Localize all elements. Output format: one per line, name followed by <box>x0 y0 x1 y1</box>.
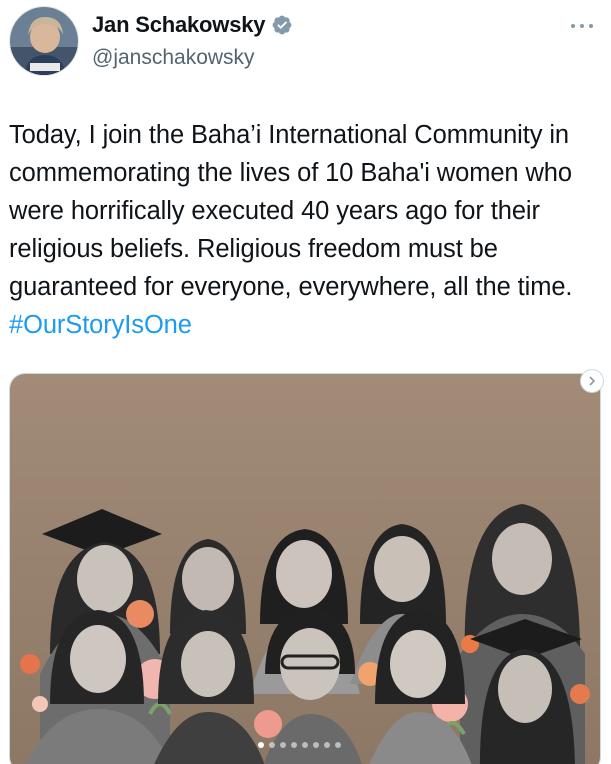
more-dots-icon <box>571 24 593 28</box>
tweet-header: Jan Schakowsky @janschakowsky <box>0 0 611 90</box>
carousel-dot[interactable] <box>280 742 286 748</box>
author-handle[interactable]: @janschakowsky <box>92 46 255 70</box>
hashtag-link[interactable]: #OurStoryIsOne <box>9 311 192 339</box>
carousel-dot[interactable] <box>291 742 297 748</box>
media-next-button[interactable] <box>580 369 604 393</box>
profile-photo-icon <box>10 7 78 75</box>
carousel-dot[interactable] <box>324 742 330 748</box>
carousel-indicator <box>258 742 341 748</box>
carousel-dot[interactable] <box>258 742 264 748</box>
chevron-right-icon <box>589 376 596 386</box>
author-avatar[interactable] <box>9 6 79 76</box>
tweet-text: Today, I join the Baha’i International C… <box>9 116 603 344</box>
more-options-button[interactable] <box>567 16 597 36</box>
collage-photo-icon <box>10 374 600 764</box>
verified-badge-icon <box>272 15 292 35</box>
author-name[interactable]: Jan Schakowsky <box>92 12 265 38</box>
tweet-media[interactable] <box>9 373 601 764</box>
tweet-body: Today, I join the Baha’i International C… <box>9 121 573 301</box>
carousel-dot[interactable] <box>335 742 341 748</box>
carousel-dot[interactable] <box>269 742 275 748</box>
carousel-dot[interactable] <box>302 742 308 748</box>
carousel-dot[interactable] <box>313 742 319 748</box>
